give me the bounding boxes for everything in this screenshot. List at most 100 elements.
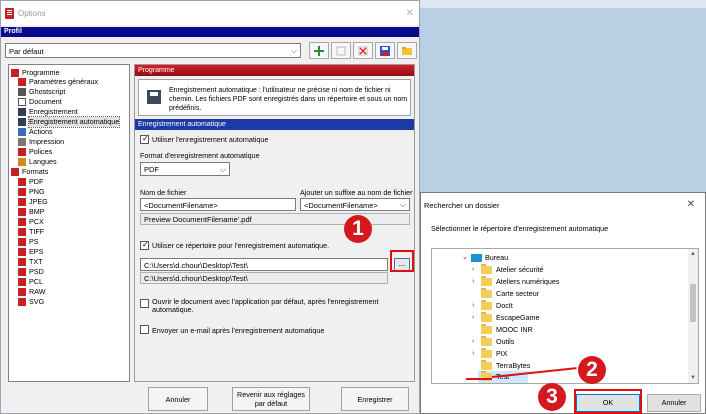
save-button[interactable]: Enregistrer xyxy=(341,387,409,411)
add-profile-button[interactable] xyxy=(309,42,329,59)
dialog-title: Rechercher un dossier xyxy=(424,201,500,210)
folder-item[interactable]: › PIX xyxy=(432,348,690,360)
close-icon[interactable]: ✕ xyxy=(406,8,414,19)
folder-icon xyxy=(481,348,492,358)
ok-highlight xyxy=(574,389,642,414)
programme-header: Programme xyxy=(135,65,414,76)
folder-tree: ⌄ Bureau › Atelier sécurité › Ateliers n… xyxy=(431,248,699,384)
folder-icon xyxy=(481,336,492,346)
languages-icon xyxy=(18,158,26,166)
send-email-label: Envoyer un e-mail après l'enregistrement… xyxy=(152,326,325,335)
step-badge-2: 2 xyxy=(578,356,606,384)
floppy-icon xyxy=(380,46,390,56)
scroll-thumb[interactable] xyxy=(690,284,696,322)
browse-highlight xyxy=(390,250,414,272)
cancel-label: Annuler xyxy=(165,395,191,404)
profile-select[interactable]: Par défaut ⌵ xyxy=(5,43,301,58)
suffix-label: Ajouter un suffixe au nom de fichier xyxy=(300,188,413,197)
step-badge-3: 3 xyxy=(538,383,566,411)
info-box: Enregistrement automatique : l'utilisate… xyxy=(138,79,411,116)
suffix-value: <DocumentFilename> xyxy=(304,201,378,210)
folder-item-bureau[interactable]: ⌄ Bureau xyxy=(432,252,690,264)
formats-icon xyxy=(11,168,19,176)
folder-item[interactable]: › DocIt xyxy=(432,300,690,312)
folder-item[interactable]: MOOC INR xyxy=(432,324,690,336)
folder-item[interactable]: › Outils xyxy=(432,336,690,348)
save-icon xyxy=(18,108,26,116)
step-badge-1: 1 xyxy=(344,215,372,243)
settings-icon xyxy=(18,78,26,86)
close-icon[interactable]: ✕ xyxy=(687,199,695,210)
directory-value: C:\Users\d.chour\Desktop\Test\ xyxy=(144,261,248,270)
scroll-down-icon[interactable]: ▼ xyxy=(690,375,696,381)
open-profile-button[interactable] xyxy=(397,42,417,59)
folder-label: Outils xyxy=(496,337,515,346)
document-icon xyxy=(18,98,26,106)
folder-icon xyxy=(481,300,492,310)
chevron-right-icon: › xyxy=(472,338,475,345)
use-auto-save-checkbox[interactable] xyxy=(140,134,149,144)
folder-item[interactable]: › EscapeGame xyxy=(432,312,690,324)
auto-save-panel: Programme Enregistrement automatique : l… xyxy=(134,64,415,382)
cancel-button[interactable]: Annuler xyxy=(148,387,208,411)
scroll-up-icon[interactable]: ▲ xyxy=(690,251,696,257)
auto-save-icon xyxy=(18,118,26,126)
rename-icon xyxy=(336,46,346,56)
suffix-select[interactable]: <DocumentFilename> ⌵ xyxy=(300,198,410,211)
folder-item[interactable]: › Atelier sécurité xyxy=(432,264,690,276)
folder-scrollbar[interactable]: ▲ ▼ xyxy=(688,249,698,383)
open-document-checkbox[interactable] xyxy=(140,299,149,308)
folder-label: Ateliers numériques xyxy=(496,277,560,286)
pdf-app-icon xyxy=(5,8,14,19)
fonts-icon xyxy=(18,148,26,156)
chevron-down-icon: ⌵ xyxy=(399,200,406,209)
filename-label: Nom de fichier xyxy=(140,188,187,197)
file-icon xyxy=(18,208,26,216)
filename-value: <DocumentFilename> xyxy=(144,201,218,210)
format-value: PDF xyxy=(144,165,159,174)
folder-label: Atelier sécurité xyxy=(496,265,544,274)
folder-item[interactable]: Carte secteur xyxy=(432,288,690,300)
actions-icon xyxy=(18,128,26,136)
folder-icon xyxy=(481,360,492,370)
delete-profile-button[interactable] xyxy=(353,42,373,59)
reset-defaults-button[interactable]: Revenir aux réglages par défaut xyxy=(232,387,310,411)
desktop-icon xyxy=(471,254,482,262)
save-profile-button[interactable] xyxy=(375,42,395,59)
file-icon xyxy=(18,198,26,206)
send-email-checkbox[interactable] xyxy=(140,325,149,334)
folder-item[interactable]: › Ateliers numériques xyxy=(432,276,690,288)
file-icon xyxy=(18,268,26,276)
title-bar: Options ✕ xyxy=(1,1,419,25)
file-icon xyxy=(18,228,26,236)
chevron-right-icon: › xyxy=(472,314,475,321)
use-directory-checkbox[interactable] xyxy=(140,240,149,250)
file-icon xyxy=(18,298,26,306)
folder-icon xyxy=(481,324,492,334)
delete-icon xyxy=(358,46,368,56)
dialog-instruction: Sélectionner le répertoire d'enregistrem… xyxy=(431,224,609,233)
file-icon xyxy=(18,248,26,256)
chevron-down-icon: ⌄ xyxy=(462,254,468,261)
folder-icon xyxy=(481,264,492,274)
add-icon xyxy=(314,46,324,56)
folder-label: DocIt xyxy=(496,301,513,310)
format-label: Format d'enregistrement automatique xyxy=(140,151,260,160)
file-icon xyxy=(18,238,26,246)
dialog-cancel-button[interactable]: Annuler xyxy=(647,394,701,412)
format-select[interactable]: PDF ⌵ xyxy=(140,162,230,176)
use-auto-save-label: Utiliser l'enregistrement automatique xyxy=(152,135,269,144)
directory-field[interactable]: C:\Users\d.chour\Desktop\Test\ xyxy=(140,258,388,271)
file-icon xyxy=(18,278,26,286)
reset-label-line2: par défaut xyxy=(254,399,288,408)
chevron-right-icon: › xyxy=(472,278,475,285)
filename-field[interactable]: <DocumentFilename> xyxy=(140,198,296,211)
use-directory-label: Utiliser ce répertoire pour l'enregistre… xyxy=(152,241,330,250)
rename-profile-button[interactable] xyxy=(331,42,351,59)
chevron-down-icon: ⌵ xyxy=(290,46,297,55)
folder-label: Bureau xyxy=(485,253,509,262)
profile-value: Par défaut xyxy=(9,47,44,56)
directory-readout-value: C:\Users\d.chour\Desktop\Test\ xyxy=(144,274,248,283)
file-icon xyxy=(18,258,26,266)
directory-readout: C:\Users\d.chour\Desktop\Test\ xyxy=(140,272,388,284)
